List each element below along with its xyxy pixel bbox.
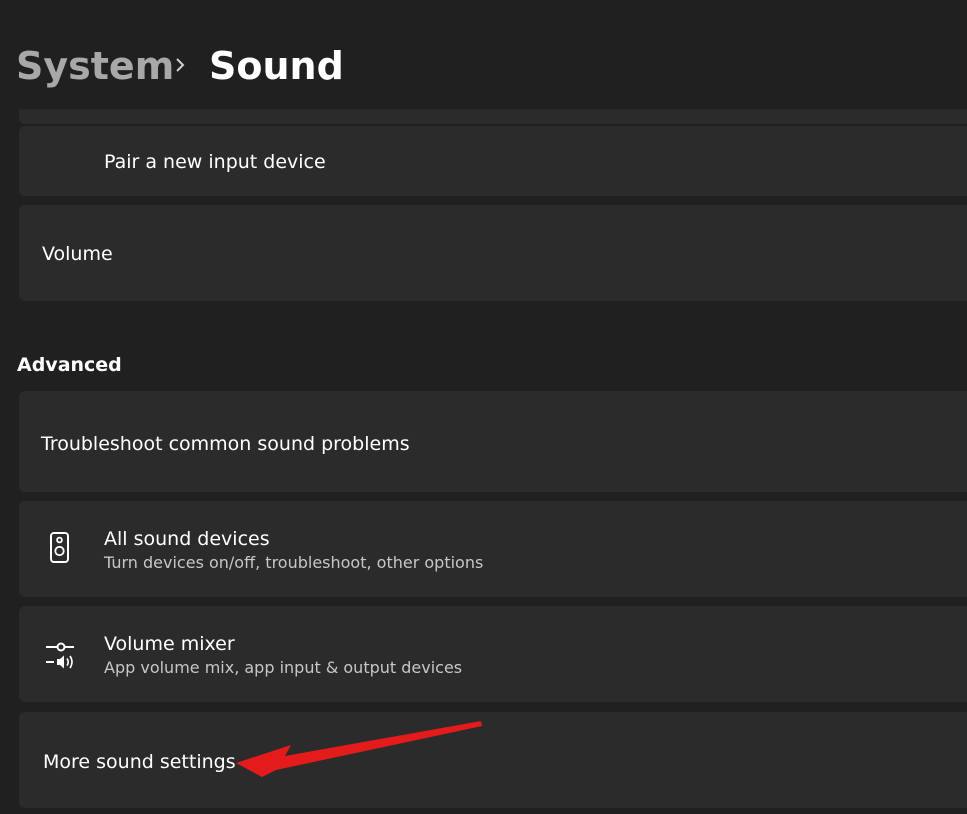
pair-input-device-row[interactable]: Pair a new input device — [19, 126, 967, 196]
troubleshoot-row[interactable]: Troubleshoot common sound problems — [19, 391, 967, 492]
chevron-right-icon — [176, 58, 185, 72]
pair-input-device-label: Pair a new input device — [104, 151, 326, 173]
volume-label: Volume — [42, 243, 113, 265]
troubleshoot-label: Troubleshoot common sound problems — [41, 433, 410, 455]
speaker-icon — [50, 532, 69, 563]
volume-row[interactable]: Volume — [19, 205, 967, 301]
section-heading-advanced: Advanced — [17, 354, 122, 376]
all-sound-devices-row[interactable]: All sound devices Turn devices on/off, t… — [19, 501, 967, 597]
volume-mixer-description: App volume mix, app input & output devic… — [104, 658, 463, 677]
page-title: Sound — [209, 44, 344, 88]
more-sound-settings-row[interactable]: More sound settings — [19, 712, 967, 808]
volume-mixer-icon — [46, 642, 74, 669]
volume-mixer-row[interactable]: Volume mixer App volume mix, app input &… — [19, 606, 967, 702]
breadcrumb-parent[interactable]: System — [16, 40, 174, 92]
volume-mixer-label: Volume mixer — [104, 633, 235, 655]
all-sound-devices-label: All sound devices — [104, 528, 270, 550]
all-sound-devices-description: Turn devices on/off, troubleshoot, other… — [104, 553, 484, 572]
more-sound-settings-label: More sound settings — [43, 751, 236, 773]
page-header: System Sound — [0, 0, 967, 110]
partial-card — [19, 109, 967, 124]
